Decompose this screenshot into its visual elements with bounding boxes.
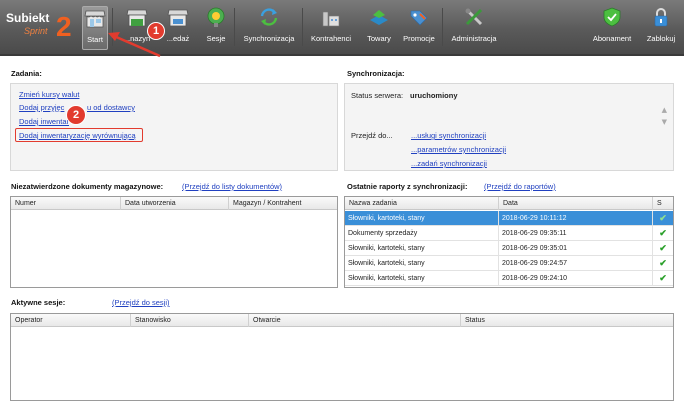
column-header[interactable]: Status xyxy=(461,314,673,327)
toolbar-promocje-button[interactable]: Promocje xyxy=(400,6,438,50)
toolbar-separator xyxy=(442,8,443,46)
sync-icon xyxy=(260,8,278,26)
sync-link-tasks[interactable]: ...zadań synchronizacji xyxy=(411,159,487,168)
sync-title: Synchronizacja: xyxy=(347,69,405,78)
sync-link-parameters[interactable]: ...parametrów synchronizacji xyxy=(411,145,506,154)
sessions-grid-header: Operator Stanowisko Otwarcie Status xyxy=(11,314,673,327)
callout-marker-2: 2 xyxy=(66,105,86,125)
report-name: Słowniki, kartoteki, stany xyxy=(345,241,499,256)
logo-number: 2 xyxy=(56,11,72,42)
column-header[interactable]: Data xyxy=(499,197,653,210)
toolbar-abonament-label: Abonament xyxy=(592,34,632,43)
goto-label: Przejdź do... xyxy=(351,131,393,140)
sync-link-services[interactable]: ...usługi synchronizacji xyxy=(411,131,486,140)
lock-icon xyxy=(654,8,668,27)
toolbar-separator xyxy=(302,8,303,46)
task-link-exchange-rates[interactable]: Zmień kursy walut xyxy=(19,90,79,99)
scroll-down-icon[interactable]: ▼ xyxy=(662,118,667,126)
callout-marker-1: 1 xyxy=(147,22,165,40)
cash-register-icon xyxy=(167,9,189,27)
session-icon xyxy=(207,7,225,27)
report-date: 2018-06-29 09:35:01 xyxy=(499,241,653,256)
toolbar-towary-button[interactable]: Towary xyxy=(362,6,396,50)
column-header[interactable]: Magazyn / Kontrahent xyxy=(229,197,337,210)
sessions-grid[interactable]: Operator Stanowisko Otwarcie Status xyxy=(10,313,674,401)
column-header[interactable]: Stanowisko xyxy=(131,314,249,327)
reports-title: Ostatnie raporty z synchronizacji: xyxy=(347,182,468,191)
task-link-balancing-inventory[interactable]: Dodaj inwentaryzację wyrównującą xyxy=(19,131,136,140)
task-link-inventory[interactable]: Dodaj inwentar xyxy=(19,117,69,126)
tasks-panel: Zmień kursy walut Dodaj przyjęc u od dos… xyxy=(10,83,338,171)
report-name: Dokumenty sprzedaży xyxy=(345,226,499,241)
toolbar-zablokuj-button[interactable]: Zablokuj xyxy=(642,6,680,50)
toolbar-sesje-label: Sesje xyxy=(206,34,226,43)
subscription-shield-icon xyxy=(603,7,621,27)
table-row[interactable]: Słowniki, kartoteki, stany 2018-06-29 09… xyxy=(345,271,673,286)
report-date: 2018-06-29 10:11:12 xyxy=(499,211,653,226)
task-link-supplier-receipt[interactable]: Dodaj przyjęc xyxy=(19,103,64,112)
scroll-up-icon[interactable]: ▲ xyxy=(662,106,667,114)
goods-icon xyxy=(370,10,388,25)
contractors-icon xyxy=(322,11,340,27)
toolbar-abonament-button[interactable]: Abonament xyxy=(588,6,636,50)
toolbar-sesje-button[interactable]: Sesje xyxy=(202,6,230,50)
sessions-link[interactable]: (Przejdź do sesji) xyxy=(112,298,170,307)
column-header[interactable]: Nazwa zadania xyxy=(345,197,499,210)
reports-grid-header: Nazwa zadania Data S xyxy=(345,197,673,210)
toolbar-synchronizacja-label: Synchronizacja xyxy=(243,34,295,43)
status-check-icon: ✔ xyxy=(659,258,667,268)
report-name: Słowniki, kartoteki, stany xyxy=(345,211,499,226)
toolbar-administracja-button[interactable]: Administracja xyxy=(448,6,500,50)
documents-grid-header: Numer Data utworzenia Magazyn / Kontrahe… xyxy=(11,197,337,210)
column-header[interactable]: S xyxy=(653,197,673,210)
sync-panel: Status serwera: uruchomiony ▲ ▼ Przejdź … xyxy=(344,83,674,171)
toolbar-separator xyxy=(234,8,235,46)
promotions-tag-icon xyxy=(410,10,428,26)
documents-link[interactable]: (Przejdź do listy dokumentów) xyxy=(182,182,282,191)
column-header[interactable]: Data utworzenia xyxy=(121,197,229,210)
sessions-title: Aktywne sesje: xyxy=(11,298,66,307)
report-name: Słowniki, kartoteki, stany xyxy=(345,256,499,271)
logo-sub: Sprint xyxy=(24,26,48,36)
tasks-title: Zadania: xyxy=(11,69,42,78)
report-date: 2018-06-29 09:35:11 xyxy=(499,226,653,241)
toolbar-kontrahenci-label: Kontrahenci xyxy=(310,34,352,43)
report-name: Słowniki, kartoteki, stany xyxy=(345,271,499,286)
table-row[interactable]: Słowniki, kartoteki, stany 2018-06-29 10… xyxy=(345,211,673,226)
toolbar-synchronizacja-button[interactable]: Synchronizacja xyxy=(240,6,298,50)
status-check-icon: ✔ xyxy=(659,243,667,253)
column-header[interactable]: Otwarcie xyxy=(249,314,461,327)
column-header[interactable]: Operator xyxy=(11,314,131,327)
status-check-icon: ✔ xyxy=(659,213,667,223)
table-row[interactable]: Słowniki, kartoteki, stany 2018-06-29 09… xyxy=(345,256,673,271)
server-status-label: Status serwera: xyxy=(351,91,404,100)
toolbar-promocje-label: Promocje xyxy=(403,34,435,43)
documents-title: Niezatwierdzone dokumenty magazynowe: xyxy=(11,182,164,191)
column-header[interactable]: Numer xyxy=(11,197,121,210)
table-row[interactable]: Dokumenty sprzedaży 2018-06-29 09:35:11 … xyxy=(345,226,673,241)
task-link-supplier-receipt-rest[interactable]: u od dostawcy xyxy=(87,103,135,112)
warehouse-icon xyxy=(126,9,148,27)
reports-link[interactable]: (Przejdź do raportów) xyxy=(484,182,556,191)
app-logo: Subiekt Sprint 2 xyxy=(6,9,76,43)
report-date: 2018-06-29 09:24:10 xyxy=(499,271,653,286)
logo-name: Subiekt xyxy=(6,11,50,25)
toolbar-towary-label: Towary xyxy=(367,34,391,43)
table-row[interactable]: Słowniki, kartoteki, stany 2018-06-29 09… xyxy=(345,241,673,256)
report-date: 2018-06-29 09:24:57 xyxy=(499,256,653,271)
server-status-value: uruchomiony xyxy=(410,91,458,100)
toolbar-zablokuj-label: Zablokuj xyxy=(646,34,676,43)
admin-tools-icon xyxy=(465,8,483,26)
toolbar-kontrahenci-button[interactable]: Kontrahenci xyxy=(308,6,354,50)
documents-grid[interactable]: Numer Data utworzenia Magazyn / Kontrahe… xyxy=(10,196,338,288)
toolbar-administracja-label: Administracja xyxy=(451,34,497,43)
status-check-icon: ✔ xyxy=(659,273,667,283)
reports-grid[interactable]: Nazwa zadania Data S Słowniki, kartoteki… xyxy=(344,196,674,288)
status-check-icon: ✔ xyxy=(659,228,667,238)
